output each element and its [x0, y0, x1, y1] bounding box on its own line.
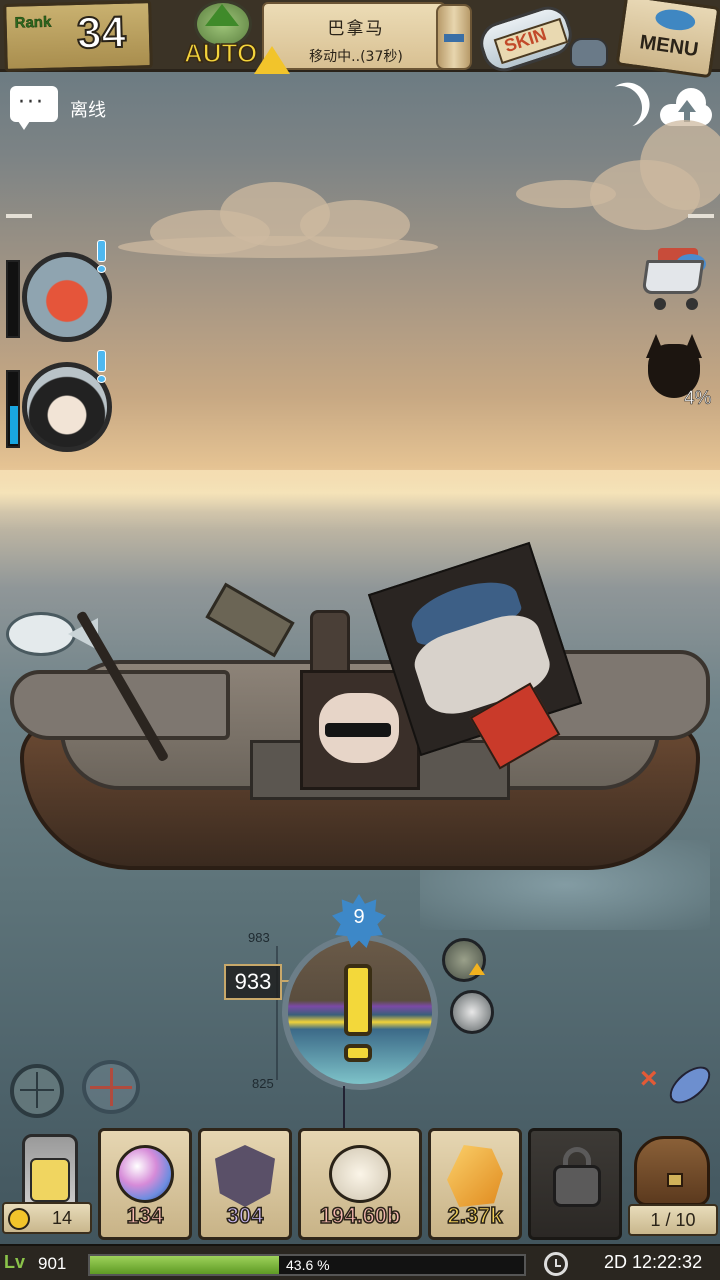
fish-icon — [663, 1059, 717, 1111]
alert-icon — [94, 350, 108, 383]
locked-slot[interactable] — [528, 1128, 622, 1240]
rank-value: 34 — [75, 7, 127, 59]
lantern-counter: 14 — [2, 1202, 92, 1234]
cloud — [516, 180, 616, 208]
bait-skill-button[interactable] — [450, 990, 494, 1034]
inventory-slot-shell[interactable]: 194.60b — [298, 1128, 422, 1240]
energy-bar-fill — [10, 405, 18, 444]
bag-capacity: 1 / 10 — [628, 1204, 718, 1236]
rank-panel[interactable]: Rank 34 — [3, 0, 153, 72]
fishing-boat — [10, 541, 710, 880]
cancel-x-icon: × — [640, 1062, 658, 1095]
crew-portrait-octopus[interactable] — [6, 240, 112, 346]
horizon-glow — [0, 470, 720, 530]
alert-line — [97, 350, 106, 372]
clock-hand — [555, 1265, 561, 1267]
player-level: 901 — [38, 1254, 67, 1273]
lock-icon — [553, 1165, 601, 1207]
lantern-glass — [30, 1158, 70, 1202]
travel-status: 移动中..(37秒) — [309, 49, 403, 65]
destination-name: 巴拿马 — [327, 19, 385, 39]
edge-marker — [688, 214, 714, 218]
coin-icon — [8, 1208, 30, 1230]
orb-count: 134 — [126, 1202, 164, 1229]
upgrade-arrow-icon — [469, 963, 485, 975]
warning-icon — [254, 46, 290, 74]
shield-count: 304 — [226, 1202, 264, 1229]
pouch-icon — [570, 38, 608, 68]
alert-dot — [97, 265, 106, 273]
exclamation-dot — [344, 1044, 372, 1062]
lantern-count: 14 — [51, 1208, 73, 1228]
gauge-level: 9 — [353, 906, 365, 928]
fishing-line — [343, 1086, 345, 1132]
fishing-gauge[interactable] — [282, 934, 438, 1090]
sunglasses — [325, 723, 391, 737]
scope-button[interactable] — [82, 1058, 142, 1118]
alert-line — [97, 240, 106, 262]
xp-progress-fill — [90, 1256, 280, 1274]
energy-bar — [6, 260, 20, 338]
orb-icon — [116, 1145, 174, 1203]
shell-count: 194.60b — [319, 1202, 401, 1229]
cloud — [640, 120, 720, 210]
cloud — [118, 236, 438, 258]
menu-button[interactable]: MENU — [615, 0, 720, 79]
release-fish-button[interactable]: × — [640, 1052, 717, 1118]
auto-label: AUTO — [183, 37, 258, 69]
inventory-slot-orb[interactable]: 134 — [98, 1128, 192, 1240]
alert-dot — [97, 375, 106, 383]
gauge-level-badge: 9 — [332, 894, 386, 948]
depth-scale-min: 825 — [252, 1076, 274, 1091]
chat-icon-tail — [16, 118, 32, 130]
mask-progress-percent: 4% — [684, 388, 712, 410]
bag-button[interactable]: 1 / 10 — [628, 1128, 718, 1240]
edge-marker — [6, 214, 32, 218]
menu-label: MENU — [638, 31, 700, 62]
gem-icon — [447, 1145, 503, 1207]
backpack-icon — [634, 1136, 710, 1206]
fish-icon — [654, 7, 697, 33]
chat-dots: ··· — [18, 90, 45, 115]
xp-progress-bar: 43.6 % — [88, 1254, 526, 1276]
scroll-band — [444, 34, 464, 42]
alert-icon — [94, 240, 108, 273]
inventory-slot-gem[interactable]: 2.37k — [428, 1128, 522, 1240]
energy-bar — [6, 370, 20, 448]
level-icon: Lv — [4, 1252, 26, 1272]
gem-count: 2.37k — [447, 1202, 504, 1229]
scroll-roll-icon — [436, 4, 472, 70]
status-bar: Lv 901 43.6 % 2D 12:22:32 — [0, 1244, 720, 1280]
crew-portrait-girl[interactable] — [6, 350, 112, 456]
crosshair-line — [110, 1068, 113, 1106]
compass-needle — [36, 1072, 38, 1108]
offline-status: 离线 — [70, 100, 106, 121]
up-arrow-icon — [205, 4, 239, 26]
shield-icon — [215, 1145, 275, 1207]
skin-button[interactable]: SKIN — [474, 1, 608, 77]
inventory-slot-shield[interactable]: 304 — [198, 1128, 292, 1240]
game-time: 2D 12:22:32 — [604, 1252, 703, 1272]
night-mode-moon-icon[interactable] — [595, 83, 646, 134]
compass-button[interactable] — [10, 1058, 66, 1118]
cart-wheel — [654, 298, 666, 310]
current-depth: 933 — [224, 964, 282, 1000]
harpoon-cannon — [205, 582, 295, 658]
shopping-cart-icon[interactable] — [640, 244, 712, 314]
clock-icon — [544, 1252, 568, 1276]
rank-label: Rank — [14, 13, 52, 32]
shell-icon — [329, 1145, 391, 1203]
cart-wheel — [686, 298, 698, 310]
cart-basket — [641, 260, 705, 294]
upgrade-skill-button[interactable] — [442, 938, 486, 982]
top-bar: Rank 34 AUTO 巴拿马 移动中..(37秒) SKIN MENU — [0, 0, 720, 79]
exclamation-icon — [344, 964, 372, 1036]
bag-buckle — [667, 1173, 683, 1187]
xp-percent: 43.6 % — [286, 1257, 330, 1273]
depth-scale-max: 983 — [248, 930, 270, 945]
